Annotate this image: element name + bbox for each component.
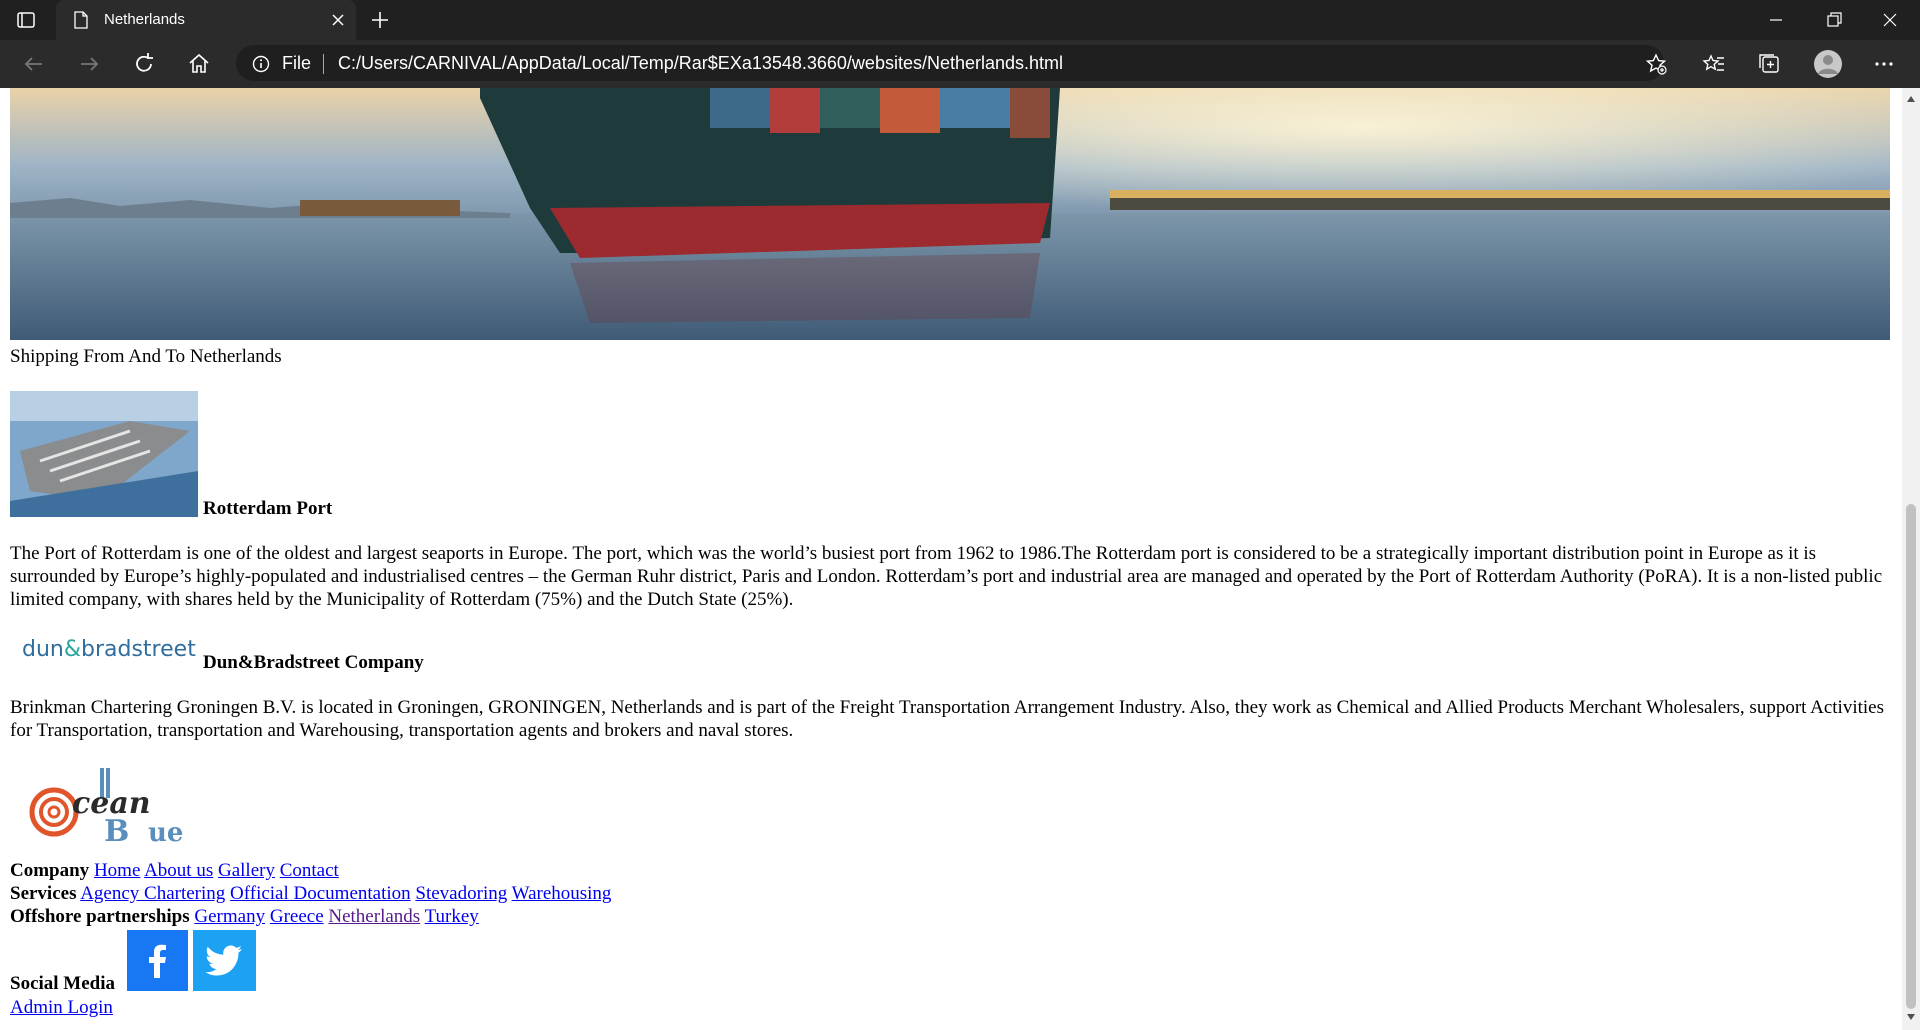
- page-icon: [74, 11, 88, 29]
- close-icon[interactable]: [330, 12, 346, 28]
- tab-actions-icon[interactable]: [16, 10, 36, 30]
- dnb-logo-text-b: bradstreet: [81, 637, 196, 662]
- scroll-up-icon[interactable]: [1907, 96, 1915, 102]
- close-window-button[interactable]: [1862, 0, 1918, 40]
- footer-link-contact[interactable]: Contact: [280, 860, 339, 881]
- footer-offshore-row: Offshore partnerships Germany Greece Net…: [10, 906, 479, 928]
- close-icon: [1883, 13, 1897, 27]
- url-text[interactable]: C:/Users/CARNIVAL/AppData/Local/Temp/Rar…: [338, 53, 1063, 74]
- rotterdam-port-image: [10, 391, 198, 517]
- footer-services-label: Services: [10, 883, 77, 904]
- footer-company-row: Company Home About us Gallery Contact: [10, 860, 339, 882]
- footer-link-turkey[interactable]: Turkey: [425, 906, 479, 927]
- footer-link-official-documentation[interactable]: Official Documentation: [230, 883, 411, 904]
- ocean-logo-b: B: [104, 814, 130, 849]
- refresh-icon[interactable]: [128, 48, 160, 80]
- more-icon[interactable]: [1868, 48, 1900, 80]
- page-caption: Shipping From And To Netherlands: [10, 346, 282, 367]
- minimize-icon: [1770, 19, 1782, 21]
- section-text-dnb: Brinkman Chartering Groningen B.V. is lo…: [10, 697, 1884, 741]
- footer-link-gallery[interactable]: Gallery: [218, 860, 275, 881]
- ocean-blue-logo: cean B ue: [28, 768, 188, 850]
- url-scheme: File: [282, 53, 312, 73]
- twitter-button[interactable]: [193, 930, 256, 991]
- ocean-logo-line2: ue: [148, 818, 184, 848]
- footer-link-stevadoring[interactable]: Stevadoring: [415, 883, 507, 904]
- maximize-icon: [1827, 12, 1842, 27]
- scroll-down-icon[interactable]: [1907, 1014, 1915, 1020]
- browser-toolbar: File C:/Users/CARNIVAL/AppData/Local/Tem…: [0, 40, 1920, 88]
- footer-offshore-label: Offshore partnerships: [10, 906, 190, 927]
- footer-link-germany[interactable]: Germany: [194, 906, 265, 927]
- info-icon[interactable]: [252, 55, 270, 73]
- dnb-logo-amp: &: [63, 637, 82, 662]
- page-scrollbar[interactable]: [1902, 88, 1920, 1030]
- admin-login-link[interactable]: Admin Login: [10, 997, 113, 1018]
- footer-link-greece[interactable]: Greece: [270, 906, 324, 927]
- footer-link-warehousing[interactable]: Warehousing: [512, 883, 612, 904]
- twitter-icon: [205, 945, 242, 976]
- footer-social-label-row: Social Media: [10, 973, 115, 995]
- home-icon[interactable]: [183, 48, 215, 80]
- section-heading-rotterdam: Rotterdam Port: [203, 498, 333, 519]
- footer-admin-row: Admin Login: [10, 997, 113, 1019]
- hero-ship-image: [10, 88, 1890, 340]
- section-text-rotterdam: The Port of Rotterdam is one of the olde…: [10, 543, 1883, 610]
- footer-link-netherlands[interactable]: Netherlands: [328, 906, 420, 927]
- url-separator: [323, 54, 324, 74]
- collections-icon[interactable]: [1754, 48, 1786, 80]
- profile-icon[interactable]: [1812, 48, 1844, 80]
- scrollbar-thumb[interactable]: [1906, 504, 1916, 1009]
- dnb-logo-text-a: dun: [22, 637, 64, 662]
- footer-link-about[interactable]: About us: [144, 860, 213, 881]
- browser-tab-active[interactable]: Netherlands: [56, 0, 356, 40]
- footer-company-label: Company: [10, 860, 90, 881]
- plus-icon[interactable]: [370, 10, 390, 30]
- dun-bradstreet-logo: dun&bradstreet: [10, 632, 210, 668]
- maximize-button[interactable]: [1806, 0, 1862, 40]
- forward-icon[interactable]: [73, 48, 105, 80]
- footer-social-label: Social Media: [10, 973, 116, 994]
- footer-link-agency-chartering[interactable]: Agency Chartering: [80, 883, 225, 904]
- minimize-button[interactable]: [1748, 0, 1804, 40]
- facebook-button[interactable]: [127, 930, 188, 991]
- tab-title: Netherlands: [104, 11, 185, 28]
- back-icon[interactable]: [18, 48, 50, 80]
- section-heading-dnb: Dun&Bradstreet Company: [203, 652, 424, 673]
- page-content: Shipping From And To Netherlands Rotterd…: [0, 88, 1902, 1030]
- address-bar[interactable]: File C:/Users/CARNIVAL/AppData/Local/Tem…: [236, 45, 1664, 81]
- facebook-icon: [149, 944, 166, 978]
- add-favorite-icon[interactable]: [1640, 48, 1672, 80]
- favorites-icon[interactable]: [1698, 48, 1730, 80]
- browser-titlebar: Netherlands: [0, 0, 1920, 40]
- footer-services-row: Services Agency Chartering Official Docu…: [10, 883, 611, 905]
- footer-link-home[interactable]: Home: [94, 860, 140, 881]
